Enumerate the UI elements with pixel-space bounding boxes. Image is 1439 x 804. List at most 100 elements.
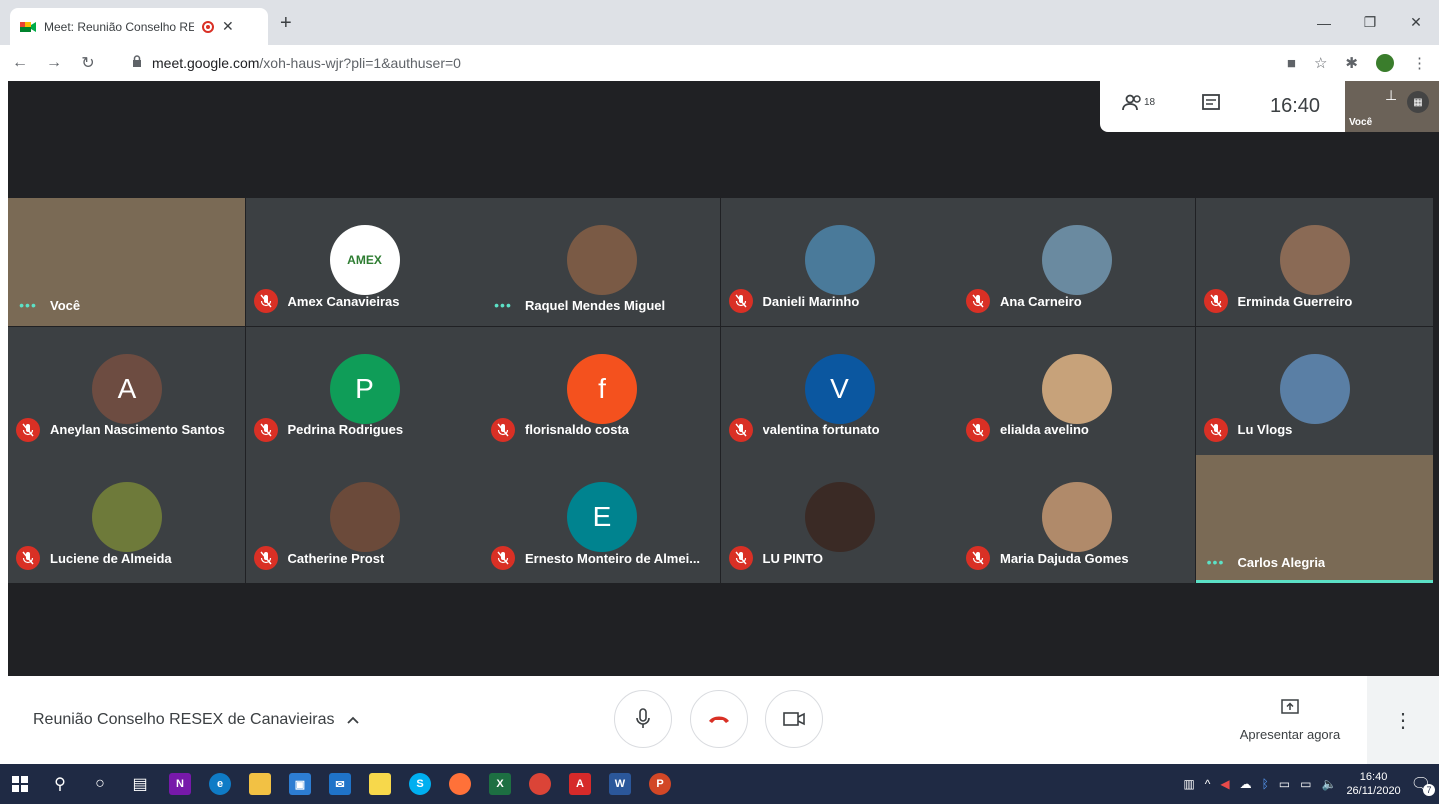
task-view-icon[interactable]: ▤ <box>120 764 160 804</box>
meet-bottom-bar: Reunião Conselho RESEX de Canavieiras Ap… <box>0 676 1439 764</box>
mic-off-icon <box>966 417 990 442</box>
skype-icon[interactable]: S <box>400 764 440 804</box>
tray-red-app-icon[interactable]: ◀ <box>1220 777 1229 791</box>
chat-icon[interactable] <box>1200 92 1222 114</box>
new-tab-button[interactable]: + <box>280 12 292 35</box>
participant-tile[interactable]: elialda avelino <box>958 326 1195 455</box>
power-icon[interactable]: ▭ <box>1279 777 1290 791</box>
leave-call-button[interactable] <box>690 690 748 748</box>
show-hidden-icons-icon[interactable]: ^ <box>1205 777 1211 791</box>
participant-avatar: E <box>567 482 637 552</box>
toolbar-actions: ■ ☆ ✱ ⋮ <box>1287 49 1427 77</box>
meeting-info-panel: 18 16:40 ⊥ ▦ Você <box>1100 81 1439 132</box>
participant-name: Pedrina Rodrigues <box>287 422 404 437</box>
participant-name-row: valentina fortunato <box>728 417 880 442</box>
camera-indicator-icon[interactable]: ■ <box>1287 55 1296 72</box>
participant-tile[interactable]: ••• Raquel Mendes Miguel <box>483 198 720 326</box>
firefox-icon[interactable] <box>440 764 480 804</box>
participant-name: Aneylan Nascimento Santos <box>50 422 225 437</box>
meeting-details-toggle[interactable]: Reunião Conselho RESEX de Canavieiras <box>33 711 359 729</box>
participant-name: LU PINTO <box>762 550 823 566</box>
bluetooth-icon[interactable]: ᛒ <box>1262 777 1269 791</box>
extensions-icon[interactable]: ✱ <box>1345 54 1358 72</box>
participant-tile[interactable]: A Aneylan Nascimento Santos <box>8 326 245 455</box>
notification-count: 7 <box>1423 784 1435 796</box>
network-icon[interactable]: ▭ <box>1300 777 1311 791</box>
window-controls: — ❐ ✕ <box>1301 0 1439 45</box>
taskbar-clock[interactable]: 16:40 26/11/2020 <box>1346 770 1400 798</box>
reload-icon[interactable]: ↻ <box>74 49 102 77</box>
participant-tile[interactable]: P Pedrina Rodrigues <box>245 326 483 455</box>
participant-tile[interactable]: Erminda Guerreiro <box>1195 198 1433 326</box>
browser-menu-icon[interactable]: ⋮ <box>1412 54 1427 72</box>
search-icon[interactable]: ⚲ <box>40 764 80 804</box>
participant-name: Danieli Marinho <box>762 293 860 309</box>
participant-tile[interactable]: ••• Você <box>8 198 245 326</box>
unpin-fullscreen-icon[interactable]: ▦ <box>1407 91 1429 113</box>
participant-tile[interactable]: LU PINTO <box>720 455 958 583</box>
participant-tile[interactable]: E Ernesto Monteiro de Almei... <box>483 455 720 583</box>
participant-tile[interactable]: Luciene de Almeida <box>8 455 245 583</box>
excel-icon[interactable]: X <box>480 764 520 804</box>
participant-name: elialda avelino <box>1000 422 1089 437</box>
chrome-icon[interactable] <box>520 764 560 804</box>
participant-tile[interactable]: Ana Carneiro <box>958 198 1195 326</box>
mic-off-icon <box>728 289 753 313</box>
tray-app-icon[interactable]: ▥ <box>1183 777 1194 791</box>
profile-avatar[interactable] <box>1376 54 1394 72</box>
onedrive-icon[interactable]: ☁ <box>1240 777 1252 791</box>
sticky-notes-icon[interactable] <box>360 764 400 804</box>
participant-name-row: Catherine Prost <box>253 546 384 570</box>
participant-name-row: florisnaldo costa <box>491 417 629 442</box>
word-icon[interactable]: W <box>600 764 640 804</box>
participant-tile[interactable]: f florisnaldo costa <box>483 326 720 455</box>
forward-arrow-icon[interactable]: → <box>40 49 68 77</box>
taskbar-date: 26/11/2020 <box>1346 785 1401 797</box>
participant-tile[interactable]: Catherine Prost <box>245 455 483 583</box>
mic-off-icon <box>253 289 278 313</box>
participant-tile[interactable]: ••• Carlos Alegria <box>1195 455 1433 583</box>
minimize-icon[interactable]: — <box>1301 0 1347 45</box>
participant-count: 18 <box>1144 97 1156 108</box>
participant-name-row: Luciene de Almeida <box>16 546 172 570</box>
participant-tile[interactable]: Vvalentina fortunato <box>720 326 958 455</box>
address-bar[interactable]: meet.google.com/xoh-haus-wjr?pli=1&authu… <box>122 49 1232 77</box>
store-icon[interactable]: ▣ <box>280 764 320 804</box>
more-options-icon[interactable]: ⋮ <box>1367 676 1439 764</box>
participant-tile[interactable]: AMEX Amex Canavieiras <box>245 198 483 326</box>
participant-name-row: Ana Carneiro <box>966 289 1082 313</box>
mail-icon[interactable]: ✉ <box>320 764 360 804</box>
onenote-icon[interactable]: N <box>160 764 200 804</box>
tab-close-icon[interactable]: ✕ <box>222 18 234 35</box>
volume-icon[interactable]: 🔈 <box>1321 777 1336 791</box>
camera-button[interactable] <box>765 690 823 748</box>
windows-start-icon[interactable] <box>0 764 40 804</box>
cortana-icon[interactable]: ○ <box>80 764 120 804</box>
back-arrow-icon[interactable]: ← <box>6 49 34 77</box>
pin-icon[interactable]: ⊥ <box>1385 87 1397 104</box>
microphone-button[interactable] <box>614 690 672 748</box>
participant-name-row: elialda avelino <box>966 417 1089 442</box>
participant-tile[interactable]: Lu Vlogs <box>1195 326 1433 455</box>
browser-toolbar: ← → ↻ meet.google.com/xoh-haus-wjr?pli=1… <box>0 45 1439 81</box>
participant-name-row: ••• Você <box>16 297 80 313</box>
browser-tab-meet[interactable]: Meet: Reunião Conselho RES ✕ <box>10 8 268 45</box>
notification-center-icon[interactable]: 🗨 7 <box>1411 774 1435 796</box>
file-explorer-icon[interactable] <box>240 764 280 804</box>
windows-taskbar: ⚲ ○ ▤ N e ▣ ✉ S X A W P ▥ ^ ◀ ☁ ᛒ ▭ ▭ 🔈 … <box>0 764 1439 804</box>
edge-icon[interactable]: e <box>200 764 240 804</box>
participant-tile[interactable]: Maria Dajuda Gomes <box>958 455 1195 583</box>
close-window-icon[interactable]: ✕ <box>1393 0 1439 45</box>
participant-name: Raquel Mendes Miguel <box>525 297 666 313</box>
powerpoint-icon[interactable]: P <box>640 764 680 804</box>
acrobat-icon[interactable]: A <box>560 764 600 804</box>
participant-avatar <box>1042 353 1112 424</box>
self-preview-thumbnail[interactable]: ⊥ ▦ Você <box>1345 81 1439 132</box>
participants-button[interactable]: 18 <box>1122 94 1155 117</box>
chevron-up-icon <box>346 711 359 729</box>
participant-tile[interactable]: Danieli Marinho <box>720 198 958 326</box>
bookmark-star-icon[interactable]: ☆ <box>1314 54 1327 72</box>
restore-icon[interactable]: ❐ <box>1347 0 1393 45</box>
present-now-button[interactable]: Apresentar agora <box>1235 698 1345 742</box>
present-screen-icon <box>1281 699 1299 714</box>
